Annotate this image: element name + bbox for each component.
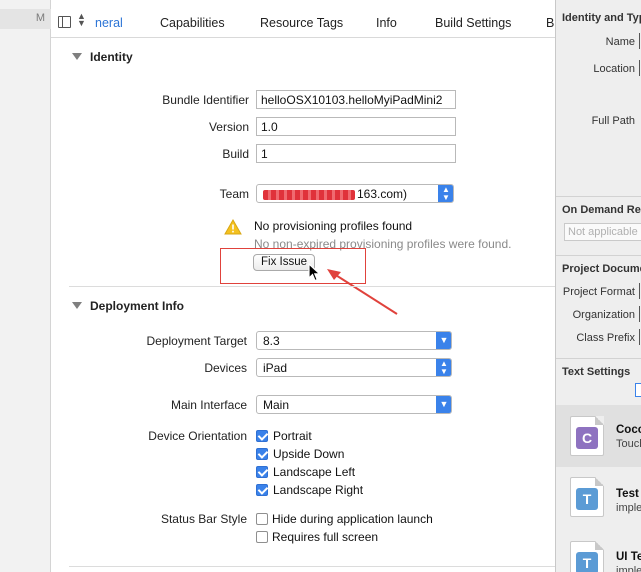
build-label: Build bbox=[222, 147, 249, 161]
library-item[interactable]: T UI Te imple bbox=[556, 532, 641, 572]
project-format-popup-edge[interactable] bbox=[639, 283, 640, 299]
annotation-arrow-icon bbox=[327, 269, 398, 315]
library-item-title: Test bbox=[616, 488, 639, 500]
sidebar-toggle-icon[interactable] bbox=[58, 16, 71, 28]
portrait-label: Portrait bbox=[273, 429, 312, 443]
portrait-checkbox[interactable] bbox=[256, 430, 268, 442]
main-interface-value: Main bbox=[263, 398, 290, 412]
library-item-subtitle: Touch bbox=[616, 438, 641, 450]
library-item-subtitle: imple bbox=[616, 502, 641, 514]
requires-full-screen-label: Requires full screen bbox=[272, 530, 379, 544]
navigator-selected-row[interactable]: M bbox=[0, 9, 51, 29]
popup-arrows-icon: ▲ ▼ bbox=[436, 359, 451, 376]
main-interface-combo[interactable]: Main ▼ bbox=[256, 395, 452, 414]
class-prefix-label: Class Prefix bbox=[576, 332, 635, 344]
team-label: Team bbox=[219, 187, 249, 201]
landscape-left-checkbox[interactable] bbox=[256, 466, 268, 478]
section-divider bbox=[69, 286, 555, 287]
chevron-down-icon: ▼ bbox=[436, 332, 451, 349]
library-tab-icon[interactable] bbox=[635, 383, 641, 397]
popup-arrows-icon: ▲ ▼ bbox=[438, 185, 453, 202]
deployment-target-popup[interactable]: 8.3 ▼ bbox=[256, 331, 452, 350]
identity-disclosure-icon[interactable] bbox=[72, 53, 82, 60]
landscape-left-label: Landscape Left bbox=[273, 465, 356, 479]
device-orientation-label: Device Orientation bbox=[148, 429, 247, 443]
library-item[interactable]: C Coco Touch bbox=[556, 405, 641, 467]
file-inspector: Identity and Typ Name Location Full Path… bbox=[555, 0, 641, 572]
navigator-strip: M bbox=[0, 0, 51, 572]
full-path-label: Full Path bbox=[591, 115, 635, 127]
organization-field-edge[interactable] bbox=[639, 306, 640, 322]
ui-test-file-icon: T bbox=[570, 541, 604, 572]
team-popup[interactable]: 163.com) ▲ ▼ bbox=[256, 184, 454, 203]
tab-build-settings[interactable]: Build Settings bbox=[435, 16, 511, 30]
project-editor: ▲ ▼ neral Capabilities Resource Tags Info… bbox=[51, 0, 555, 572]
class-prefix-field-edge[interactable] bbox=[639, 329, 640, 345]
devices-label: Devices bbox=[204, 361, 247, 375]
cocoa-touch-file-icon: C bbox=[570, 416, 604, 456]
upside-down-checkbox[interactable] bbox=[256, 448, 268, 460]
deployment-disclosure-icon[interactable] bbox=[72, 302, 82, 309]
on-demand-heading: On Demand Res bbox=[562, 204, 641, 216]
deployment-target-value: 8.3 bbox=[263, 334, 280, 348]
name-field-edge[interactable] bbox=[639, 33, 640, 49]
devices-value: iPad bbox=[263, 361, 288, 375]
landscape-right-label: Landscape Right bbox=[273, 483, 364, 497]
status-bar-style-label: Status Bar Style bbox=[160, 512, 247, 526]
version-field[interactable]: 1.0 bbox=[256, 117, 456, 136]
tab-info[interactable]: Info bbox=[376, 16, 397, 30]
library-item-title: UI Te bbox=[616, 551, 641, 563]
project-document-heading: Project Docume bbox=[562, 263, 641, 275]
library-item[interactable]: T Test imple bbox=[556, 468, 641, 530]
inspector-divider bbox=[556, 196, 641, 197]
editor-tab-bar: ▲ ▼ neral Capabilities Resource Tags Info… bbox=[51, 8, 555, 38]
library-item-title: Coco bbox=[616, 424, 641, 436]
hide-status-bar-checkbox[interactable] bbox=[256, 513, 268, 525]
project-format-label: Project Format bbox=[562, 286, 635, 298]
inspector-divider bbox=[556, 358, 641, 359]
main-interface-label: Main Interface bbox=[170, 398, 247, 412]
version-label: Version bbox=[208, 120, 249, 134]
deployment-heading: Deployment Info bbox=[90, 299, 185, 313]
redacted-team-email bbox=[263, 189, 355, 200]
tab-resource-tags[interactable]: Resource Tags bbox=[260, 16, 343, 30]
upside-down-label: Upside Down bbox=[273, 447, 345, 461]
text-settings-heading: Text Settings bbox=[562, 366, 631, 378]
name-label: Name bbox=[605, 36, 635, 48]
location-popup-edge[interactable] bbox=[639, 60, 640, 76]
deployment-target-label: Deployment Target bbox=[146, 334, 248, 348]
devices-popup[interactable]: iPad ▲ ▼ bbox=[256, 358, 452, 377]
location-label: Location bbox=[593, 63, 635, 75]
identity-type-heading: Identity and Typ bbox=[562, 12, 641, 24]
on-demand-tags-field[interactable]: Not applicable bbox=[564, 223, 641, 241]
build-field[interactable]: 1 bbox=[256, 144, 456, 163]
requires-full-screen-checkbox[interactable] bbox=[256, 531, 268, 543]
target-stepper-icon[interactable]: ▲ ▼ bbox=[77, 12, 86, 28]
mouse-pointer-icon bbox=[308, 263, 322, 282]
landscape-right-checkbox[interactable] bbox=[256, 484, 268, 496]
bundle-identifier-field[interactable]: helloOSX10103.helloMyiPadMini2 bbox=[256, 90, 456, 109]
chevron-down-icon: ▼ bbox=[436, 396, 451, 413]
bundle-identifier-label: Bundle Identifier bbox=[162, 93, 249, 107]
section-divider bbox=[69, 566, 555, 567]
hide-status-bar-label: Hide during application launch bbox=[272, 512, 433, 526]
fix-issue-button[interactable]: Fix Issue bbox=[253, 254, 315, 271]
organization-label: Organization bbox=[572, 309, 635, 321]
tab-build-phases[interactable]: B bbox=[546, 16, 554, 30]
identity-heading: Identity bbox=[90, 50, 133, 64]
team-value: 163.com) bbox=[357, 187, 408, 201]
tab-capabilities[interactable]: Capabilities bbox=[160, 16, 225, 30]
warning-icon bbox=[224, 219, 242, 235]
tab-general[interactable]: neral bbox=[95, 16, 123, 30]
test-case-file-icon: T bbox=[570, 477, 604, 517]
inspector-divider bbox=[556, 255, 641, 256]
library-item-subtitle: imple bbox=[616, 565, 641, 572]
navigator-item-label: M bbox=[35, 12, 45, 24]
warning-title: No provisioning profiles found bbox=[254, 219, 413, 233]
